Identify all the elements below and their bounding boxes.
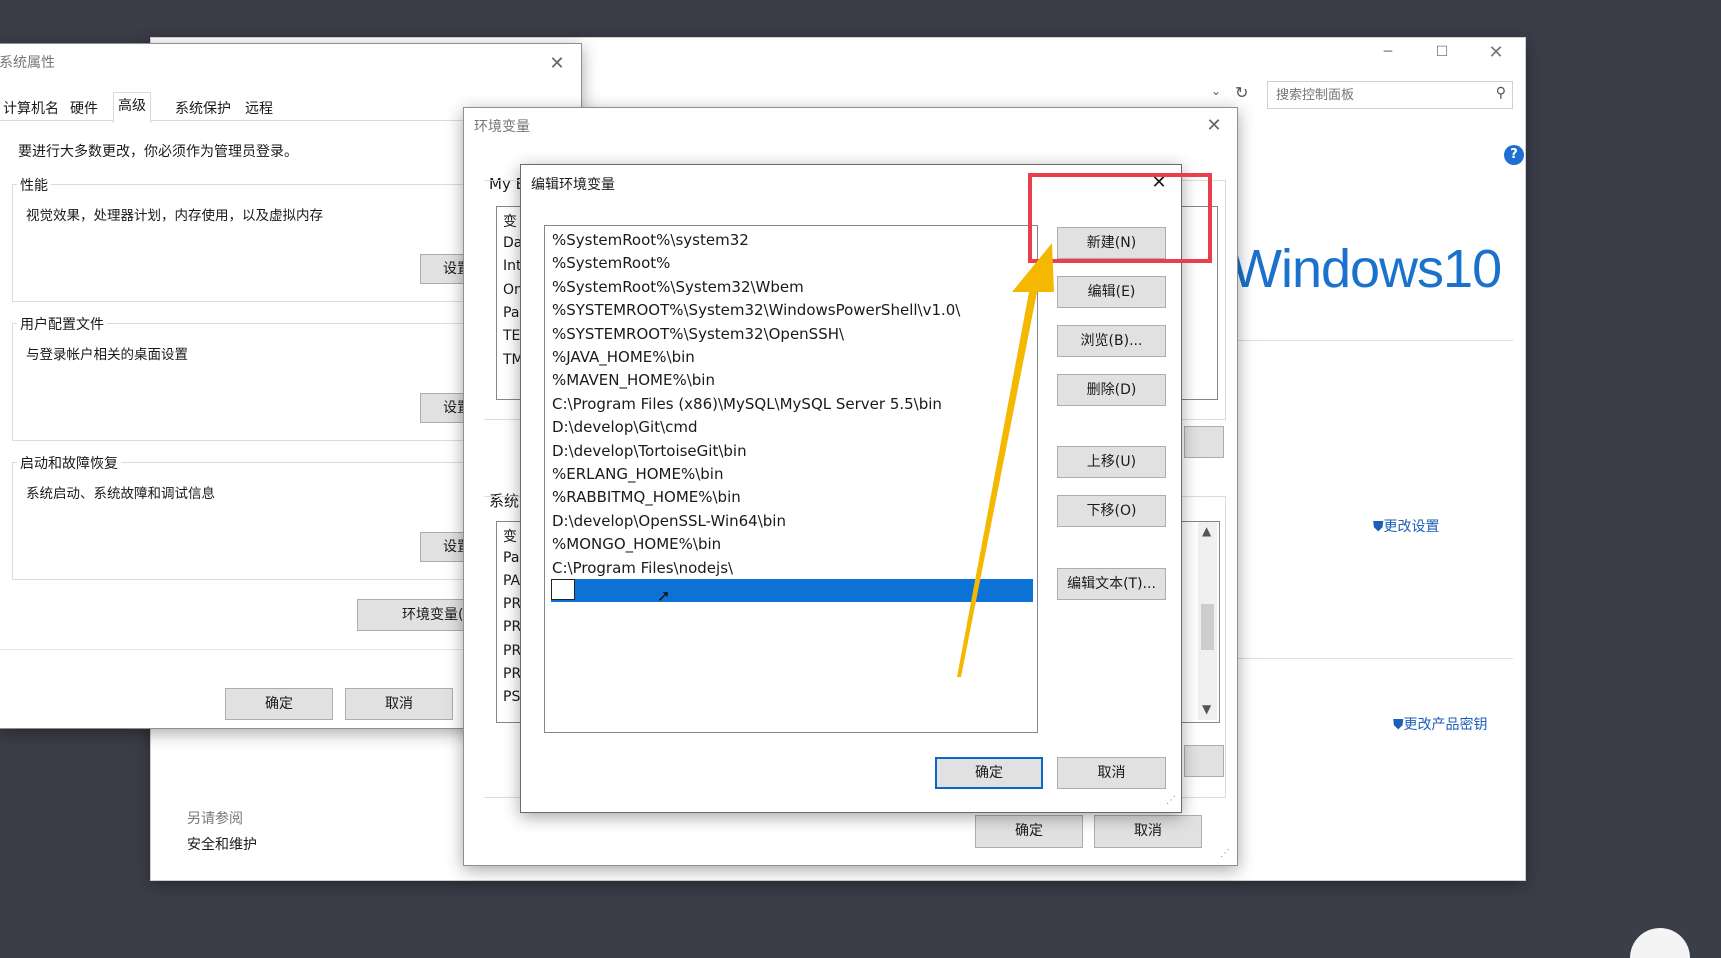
- startup-desc: 系统启动、系统故障和调试信息: [26, 486, 215, 502]
- list-item[interactable]: %ERLANG_HOME%\bin: [552, 463, 723, 486]
- windows10-logo: Windows10: [1231, 239, 1502, 299]
- cancel-button[interactable]: 取消: [1094, 815, 1202, 848]
- list-item[interactable]: %SystemRoot%\system32: [552, 229, 749, 252]
- browse-button[interactable]: 浏览(B)...: [1057, 325, 1166, 357]
- window-title: 环境变量: [474, 119, 530, 135]
- edit-text-button[interactable]: 编辑文本(T)...: [1057, 568, 1166, 600]
- close-icon[interactable]: ✕: [1481, 42, 1511, 64]
- delete-button[interactable]: 删除(D): [1057, 374, 1166, 406]
- startup-label: 启动和故障恢复: [17, 453, 121, 473]
- list-item[interactable]: %MONGO_HOME%\bin: [552, 533, 721, 556]
- footer-line: [0, 649, 469, 650]
- close-icon[interactable]: ✕: [539, 50, 575, 78]
- divider-1: [1231, 340, 1513, 341]
- list-item[interactable]: %SYSTEMROOT%\System32\WindowsPowerShell\…: [552, 299, 960, 322]
- shield-icon: ⛊: [1373, 519, 1384, 535]
- ok-button[interactable]: 确定: [225, 688, 333, 720]
- title-bar: 系统属性: [0, 44, 581, 78]
- see-also-heading: 另请参阅: [187, 811, 243, 827]
- tab-remote[interactable]: 远程: [241, 96, 277, 122]
- tab-computer-name[interactable]: 计算机名: [0, 96, 63, 122]
- admin-notice: 要进行大多数更改，你必须作为管理员登录。: [18, 144, 298, 160]
- highlight-box: [1028, 173, 1212, 263]
- tab-advanced[interactable]: 高级: [113, 92, 151, 123]
- security-maintenance-link[interactable]: 安全和维护: [187, 834, 257, 854]
- address-dropdown-icon[interactable]: ⌄: [1211, 84, 1231, 98]
- list-item[interactable]: %JAVA_HOME%\bin: [552, 346, 695, 369]
- change-settings-link[interactable]: ⛊更改设置: [1373, 516, 1440, 536]
- list-item[interactable]: C:\Program Files\nodejs\: [552, 557, 733, 580]
- move-down-button[interactable]: 下移(O): [1057, 495, 1166, 527]
- cancel-button[interactable]: 取消: [1057, 757, 1166, 789]
- search-input[interactable]: [1274, 85, 1478, 105]
- ok-button[interactable]: 确定: [975, 815, 1083, 848]
- minimize-icon[interactable]: ─: [1373, 44, 1403, 64]
- list-item[interactable]: %SystemRoot%\System32\Wbem: [552, 276, 804, 299]
- user-vars-button-hidden[interactable]: [1184, 426, 1224, 458]
- system-vars-button-hidden[interactable]: [1184, 745, 1224, 777]
- watermark-logo: [1630, 928, 1690, 958]
- close-icon[interactable]: ✕: [1196, 112, 1232, 140]
- performance-group: [12, 184, 514, 302]
- ok-button[interactable]: 确定: [935, 757, 1043, 789]
- maximize-icon[interactable]: ☐: [1427, 44, 1457, 64]
- search-icon[interactable]: ⚲: [1496, 85, 1506, 101]
- mouse-cursor-icon: ➚: [657, 586, 671, 605]
- performance-desc: 视觉效果，处理器计划，内存使用，以及虚拟内存: [26, 208, 323, 224]
- list-item[interactable]: D:\develop\TortoiseGit\bin: [552, 440, 747, 463]
- change-product-key-link[interactable]: ⛊更改产品密钥: [1393, 714, 1488, 734]
- list-item[interactable]: %MAVEN_HOME%\bin: [552, 369, 715, 392]
- move-up-button[interactable]: 上移(U): [1057, 446, 1166, 478]
- cancel-button[interactable]: 取消: [345, 688, 453, 720]
- user-profile-label: 用户配置文件: [17, 314, 107, 334]
- resize-grip-icon[interactable]: ⋰: [1166, 795, 1176, 806]
- help-icon[interactable]: ?: [1504, 145, 1524, 165]
- title-bar: 环境变量: [464, 108, 1237, 142]
- path-list[interactable]: %SystemRoot%\system32 %SystemRoot% %Syst…: [544, 225, 1038, 733]
- user-profile-group: [12, 323, 514, 441]
- new-entry-row[interactable]: [551, 579, 1033, 602]
- divider-2: [1231, 658, 1513, 659]
- refresh-icon[interactable]: ↻: [1235, 83, 1255, 102]
- list-item[interactable]: %RABBITMQ_HOME%\bin: [552, 486, 741, 509]
- window-title: 系统属性: [0, 55, 55, 71]
- new-entry-input[interactable]: [551, 579, 575, 600]
- search-box[interactable]: ⚲: [1267, 81, 1513, 109]
- list-item[interactable]: D:\develop\OpenSSL-Win64\bin: [552, 510, 786, 533]
- tab-hardware[interactable]: 硬件: [66, 96, 102, 122]
- performance-label: 性能: [17, 175, 51, 195]
- dialog-title: 编辑环境变量: [531, 177, 615, 193]
- list-item[interactable]: %SYSTEMROOT%\System32\OpenSSH\: [552, 323, 844, 346]
- list-item[interactable]: %SystemRoot%: [552, 252, 670, 275]
- startup-group: [12, 462, 514, 580]
- tab-system-protection[interactable]: 系统保护: [171, 96, 235, 122]
- shield-icon: ⛊: [1393, 717, 1404, 733]
- edit-button[interactable]: 编辑(E): [1057, 276, 1166, 308]
- user-profile-desc: 与登录帐户相关的桌面设置: [26, 347, 188, 363]
- list-item[interactable]: D:\develop\Git\cmd: [552, 416, 698, 439]
- list-item[interactable]: C:\Program Files (x86)\MySQL\MySQL Serve…: [552, 393, 942, 416]
- resize-grip-icon[interactable]: ⋰: [1220, 848, 1230, 859]
